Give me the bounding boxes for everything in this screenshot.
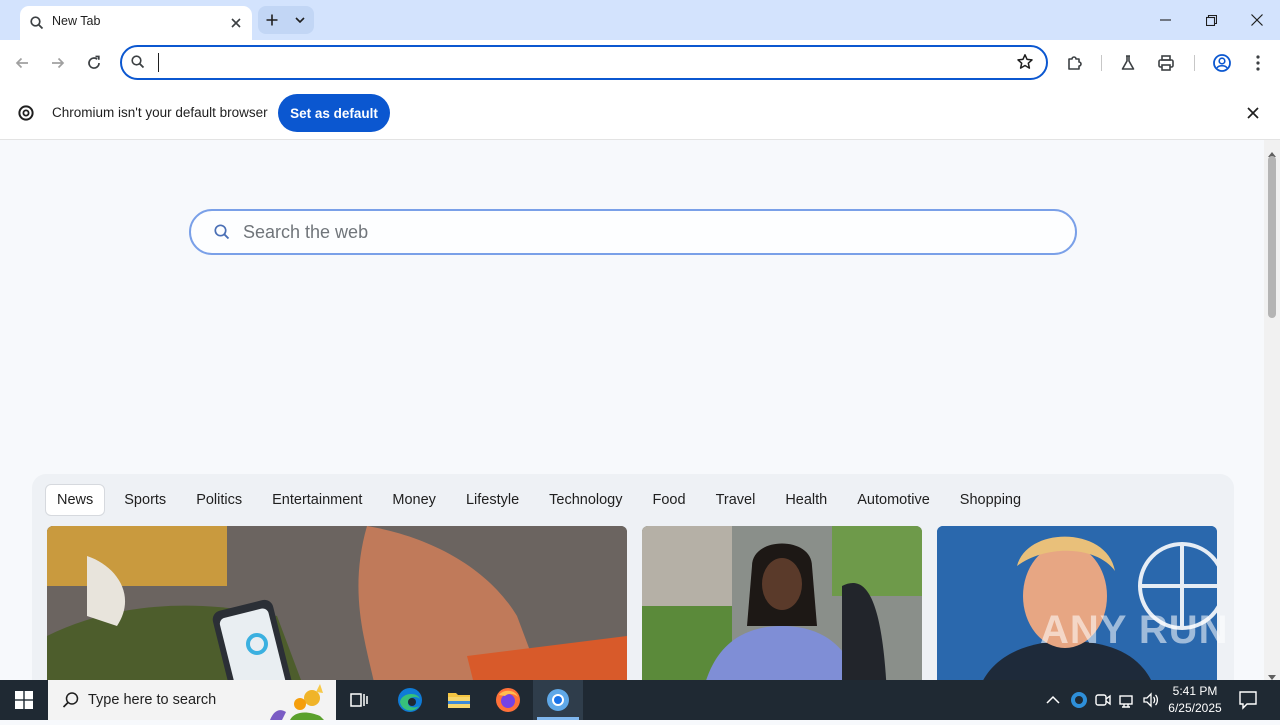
toolbar-divider — [1194, 55, 1195, 71]
default-browser-infobar: Chromium isn't your default browser Set … — [0, 86, 1280, 140]
tab-title: New Tab — [52, 14, 101, 28]
close-window-button[interactable] — [1234, 0, 1280, 40]
news-card-image-person[interactable] — [642, 526, 922, 680]
profile-avatar-icon[interactable] — [1207, 48, 1237, 78]
tray-app-icon[interactable] — [1070, 691, 1088, 714]
meet-now-icon[interactable] — [1094, 691, 1112, 714]
set-as-default-button[interactable]: Set as default — [278, 94, 390, 132]
chromium-logo-icon — [18, 105, 34, 126]
text-caret — [158, 53, 159, 72]
file-explorer-folder-icon[interactable] — [435, 680, 483, 720]
tab-politics[interactable]: Politics — [181, 485, 257, 515]
tab-automotive[interactable]: Automotive — [842, 485, 945, 515]
tab-new-tab[interactable]: New Tab — [20, 6, 252, 40]
extensions-puzzle-icon[interactable] — [1060, 48, 1090, 78]
infobar-message: Chromium isn't your default browser — [52, 105, 268, 120]
windows-taskbar: Type here to search 5:41 PM 6/25/2025 — [0, 680, 1280, 720]
restore-button[interactable] — [1188, 0, 1234, 40]
clock-time: 5:41 PM — [1172, 684, 1218, 698]
web-search-box[interactable]: Search the web — [189, 209, 1077, 255]
new-tab-button[interactable] — [260, 8, 284, 32]
taskbar-clock[interactable]: 5:41 PM 6/25/2025 — [1166, 683, 1224, 717]
labs-flask-icon[interactable] — [1113, 48, 1143, 78]
back-button[interactable] — [7, 48, 37, 78]
news-card-image-phone[interactable] — [47, 526, 627, 680]
bookmark-star-icon[interactable] — [1016, 53, 1034, 76]
search-icon — [62, 691, 80, 714]
scroll-thumb[interactable] — [1268, 156, 1276, 318]
tab-money[interactable]: Money — [377, 485, 451, 515]
tab-lifestyle[interactable]: Lifestyle — [451, 485, 534, 515]
tab-search-chevron-down-icon[interactable] — [288, 8, 312, 32]
toolbar-divider — [1101, 55, 1102, 71]
show-hidden-icons-chevron-up-icon[interactable] — [1046, 692, 1060, 710]
chromium-taskbar-icon[interactable] — [533, 680, 583, 720]
search-icon — [213, 223, 231, 246]
tab-travel[interactable]: Travel — [701, 485, 771, 515]
search-icon — [130, 54, 146, 75]
print-icon[interactable] — [1151, 48, 1181, 78]
search-placeholder: Search the web — [243, 222, 369, 242]
address-bar[interactable] — [120, 45, 1048, 80]
network-icon[interactable] — [1118, 691, 1136, 714]
anyrun-watermark: ANY RUN — [1040, 608, 1229, 652]
taskbar-search-box[interactable]: Type here to search — [48, 680, 336, 720]
search-icon — [29, 15, 45, 31]
tab-technology[interactable]: Technology — [534, 485, 637, 515]
tab-news[interactable]: News — [45, 484, 106, 516]
news-card-image-portrait[interactable] — [937, 526, 1217, 680]
tab-close-icon[interactable] — [225, 12, 247, 34]
edge-browser-icon[interactable] — [386, 680, 434, 720]
volume-icon[interactable] — [1142, 691, 1160, 714]
infobar-close-icon[interactable] — [1244, 104, 1262, 127]
reload-button[interactable] — [79, 48, 109, 78]
tab-shopping[interactable]: Shopping — [945, 485, 1036, 515]
tab-food[interactable]: Food — [638, 485, 701, 515]
firefox-icon[interactable] — [484, 680, 532, 720]
task-view-icon[interactable] — [336, 680, 384, 720]
title-bar: New Tab — [0, 0, 1280, 40]
forward-button[interactable] — [43, 48, 73, 78]
clock-date: 6/25/2025 — [1168, 701, 1222, 715]
page-scrollbar[interactable] — [1264, 140, 1280, 680]
new-tab-page: Search the web News Sports Politics Ente… — [0, 140, 1264, 680]
tab-actions — [258, 6, 314, 34]
start-windows-icon[interactable] — [0, 680, 48, 720]
search-highlight-flowers-icon — [260, 682, 334, 725]
category-tabs: News Sports Politics Entertainment Money… — [45, 484, 1036, 516]
taskbar-search-placeholder: Type here to search — [88, 692, 217, 708]
tab-health[interactable]: Health — [770, 485, 842, 515]
kebab-menu-icon[interactable] — [1243, 48, 1273, 78]
toolbar — [0, 40, 1280, 86]
tab-entertainment[interactable]: Entertainment — [257, 485, 377, 515]
tab-sports[interactable]: Sports — [109, 485, 181, 515]
notifications-icon[interactable] — [1238, 690, 1258, 715]
minimize-button[interactable] — [1142, 0, 1188, 40]
